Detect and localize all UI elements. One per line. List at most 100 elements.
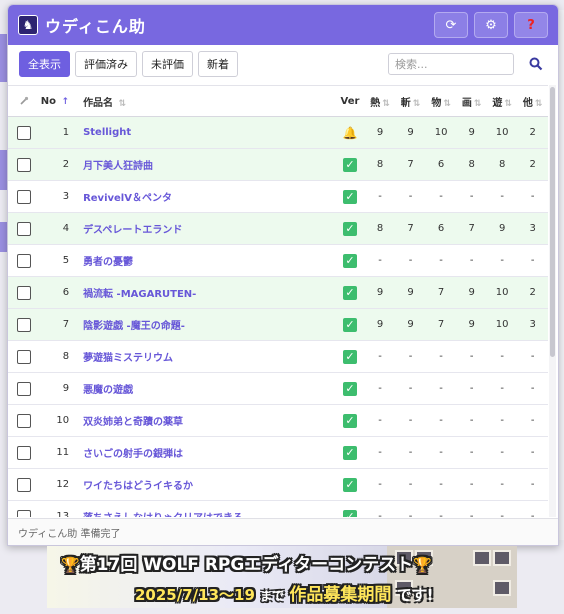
score-cell: -	[500, 383, 504, 394]
score-cell: -	[408, 479, 413, 490]
row-checkbox[interactable]	[16, 349, 31, 364]
row-checkbox[interactable]	[16, 221, 31, 236]
score-cell: 9	[407, 319, 414, 330]
work-title-link[interactable]: ワイたちはどうイキるか	[83, 481, 193, 492]
table-row[interactable]: 6 禍流転 -MAGARUTEN- ✓ 9 9 7 9 10 2	[8, 277, 548, 309]
work-title-link[interactable]: デスペレートエランド	[83, 225, 182, 236]
row-checkbox[interactable]	[16, 445, 31, 460]
score-cell: 9	[498, 223, 506, 234]
table-row[interactable]: 5 勇者の憂鬱 ✓ - - - - - -	[8, 245, 548, 277]
row-no: 5	[62, 255, 70, 266]
trophy-icon: 🏆	[413, 556, 432, 574]
table-row[interactable]: 12 ワイたちはどうイキるか ✓ - - - - - -	[8, 469, 548, 501]
row-checkbox[interactable]	[16, 413, 31, 428]
score-cell: -	[408, 191, 413, 202]
score-cell: -	[500, 479, 504, 490]
version-ok-check-icon: ✓	[343, 317, 357, 332]
row-checkbox[interactable]	[16, 285, 31, 300]
col-score2-header[interactable]: 斬 ⇅	[395, 94, 426, 109]
help-button[interactable]: ?	[514, 12, 548, 38]
col-no-header[interactable]: No ↑	[40, 96, 84, 107]
table-row[interactable]: 1 Stellight 🔔 9 9 10 9 10 2	[8, 117, 548, 149]
status-text: ウディこん助 準備完了	[18, 528, 121, 540]
work-title-link[interactable]: 落ちさえしなけりゃクリアはできる	[83, 513, 243, 517]
row-ver-cell: ✓	[335, 477, 365, 492]
work-title-link[interactable]: Stellight	[83, 127, 131, 138]
table-row[interactable]: 10 双炎姉弟と奇蹟の薬草 ✓ - - - - - -	[8, 405, 548, 437]
table-row[interactable]: 4 デスペレートエランド ✓ 8 7 6 7 9 3	[8, 213, 548, 245]
col-score5-header[interactable]: 遊 ⇅	[487, 94, 518, 109]
sort-icon: ⇅	[534, 98, 543, 109]
work-title-link[interactable]: 双炎姉弟と奇蹟の薬草	[83, 417, 183, 428]
contest-banner[interactable]: 🏆第17回 WOLF RPGエディターコンテスト🏆 2025/7/13〜19 ま…	[47, 546, 517, 608]
col-score5-label: 遊	[492, 97, 503, 109]
col-no-label: No	[40, 95, 57, 107]
table-row[interactable]: 7 陰影遊戯 -魔王の命題- ✓ 9 9 7 9 10 3	[8, 309, 548, 341]
search-button[interactable]	[525, 53, 547, 75]
filter-rated-button[interactable]: 評価済み	[75, 51, 137, 77]
col-score3-header[interactable]: 物 ⇅	[426, 94, 457, 109]
score-cell: -	[378, 191, 382, 202]
score-cell: -	[530, 351, 535, 362]
row-checkbox[interactable]	[16, 253, 31, 268]
table-row[interactable]: 11 さいごの射手の銀弾は ✓ - - - - - -	[8, 437, 548, 469]
sort-icon: ⇅	[473, 98, 482, 109]
col-ver-header[interactable]: Ver	[335, 96, 365, 107]
work-title-link[interactable]: 勇者の憂鬱	[83, 257, 133, 268]
col-score1-header[interactable]: 熱 ⇅	[365, 94, 396, 109]
row-checkbox[interactable]	[16, 125, 31, 140]
score-cell: -	[378, 383, 382, 394]
row-no: 4	[62, 223, 70, 234]
work-title-link[interactable]: RevivelV＆ペンタ	[83, 193, 172, 204]
row-ver-cell: 🔔	[335, 126, 365, 140]
col-score6-header[interactable]: 他 ⇅	[517, 94, 548, 109]
gear-icon: ⚙	[485, 17, 497, 33]
settings-button[interactable]: ⚙	[474, 12, 508, 38]
score-cell: -	[439, 415, 443, 426]
table-row[interactable]: 13 落ちさえしなけりゃクリアはできる ✓ - - - - - -	[8, 501, 548, 517]
row-checkbox[interactable]	[16, 477, 31, 492]
work-title-link[interactable]: 月下美人狂詩曲	[83, 161, 153, 172]
banner-date: 2025/7/13〜19	[135, 586, 255, 604]
row-checkbox[interactable]	[16, 381, 31, 396]
scrollbar-thumb[interactable]	[550, 87, 555, 357]
row-checkbox[interactable]	[16, 189, 31, 204]
sort-icon: ⇅	[382, 98, 390, 109]
table-row[interactable]: 2 月下美人狂詩曲 ✓ 8 7 6 8 8 2	[8, 149, 548, 181]
table-header: No ↑ 作品名 ⇅ Ver 熱 ⇅ 斬 ⇅ 物 ⇅ 画 ⇅ 遊 ⇅ 他 ⇅	[8, 85, 548, 117]
version-ok-check-icon: ✓	[343, 413, 357, 428]
score-cell: 2	[529, 287, 536, 298]
filter-all-button[interactable]: 全表示	[19, 51, 70, 77]
table-row[interactable]: 9 悪魔の遊戯 ✓ - - - - - -	[8, 373, 548, 405]
work-title-link[interactable]: 悪魔の遊戯	[83, 385, 133, 396]
select-column-header[interactable]	[8, 96, 40, 106]
work-title-link[interactable]: 夢遊猫ミステリウム	[83, 353, 173, 364]
row-select-cell	[8, 509, 40, 517]
row-checkbox[interactable]	[16, 317, 31, 332]
search-icon	[529, 57, 543, 71]
score-cell: -	[530, 447, 535, 458]
version-ok-check-icon: ✓	[343, 509, 357, 517]
score-cell: -	[469, 255, 474, 266]
banner-period-label: 作品募集期間	[289, 585, 392, 605]
row-no: 13	[56, 511, 70, 517]
score-cell: -	[500, 191, 504, 202]
sort-icon: ⇅	[443, 98, 451, 109]
table-scrollbar[interactable]	[549, 85, 556, 517]
row-checkbox[interactable]	[16, 157, 31, 172]
work-title-link[interactable]: 陰影遊戯 -魔王の命題-	[83, 321, 185, 332]
filter-unrated-button[interactable]: 未評価	[142, 51, 193, 77]
filter-new-button[interactable]: 新着	[198, 51, 238, 77]
table-row[interactable]: 8 夢遊猫ミステリウム ✓ - - - - - -	[8, 341, 548, 373]
row-select-cell	[8, 413, 40, 428]
col-name-header[interactable]: 作品名 ⇅	[83, 94, 335, 109]
col-score4-header[interactable]: 画 ⇅	[456, 94, 487, 109]
sort-asc-icon: ↑	[61, 96, 70, 107]
search-input[interactable]	[388, 53, 514, 75]
score-cell: 8	[376, 223, 384, 234]
work-title-link[interactable]: さいごの射手の銀弾は	[83, 449, 183, 460]
row-checkbox[interactable]	[16, 509, 31, 517]
refresh-button[interactable]: ⟳	[434, 12, 468, 38]
work-title-link[interactable]: 禍流転 -MAGARUTEN-	[83, 289, 196, 300]
table-row[interactable]: 3 RevivelV＆ペンタ ✓ - - - - - -	[8, 181, 548, 213]
